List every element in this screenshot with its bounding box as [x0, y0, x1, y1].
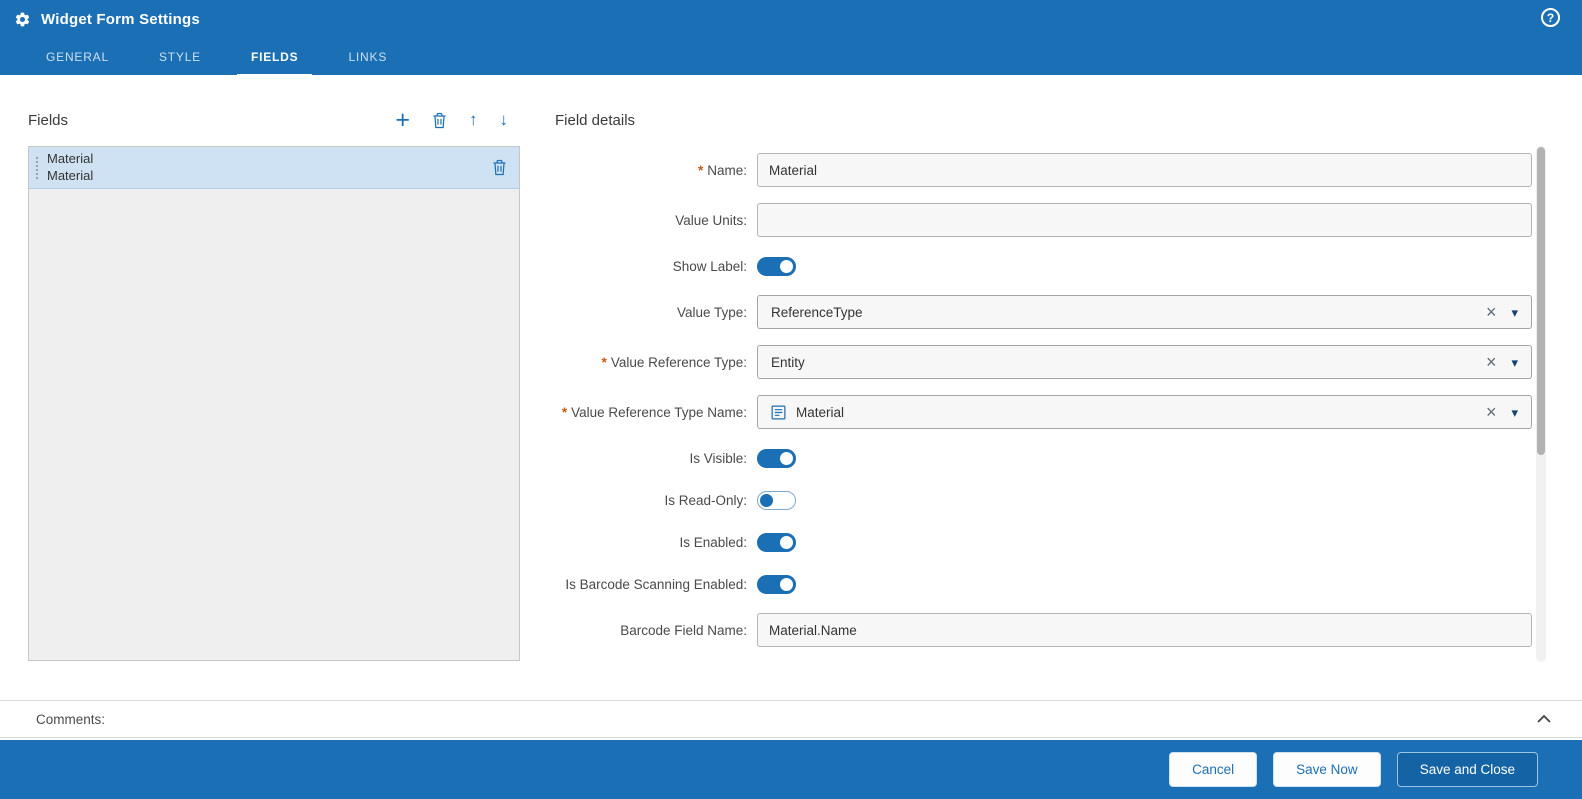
form-row-is-read-only: Is Read-Only: — [555, 479, 1532, 521]
form-row-value-type: Value Type:ReferenceType×▾ — [555, 287, 1532, 337]
required-asterisk: * — [698, 163, 703, 178]
toggle-is-barcode-scanning-enabled[interactable] — [757, 575, 796, 594]
tab-links[interactable]: LINKS — [334, 42, 401, 77]
cancel-button[interactable]: Cancel — [1169, 752, 1257, 787]
tab-bar: GENERAL STYLE FIELDS LINKS — [0, 42, 1582, 77]
tab-style[interactable]: STYLE — [145, 42, 215, 77]
title-bar: Widget Form Settings ? — [0, 0, 1582, 38]
field-details-title: Field details — [555, 100, 1532, 140]
form-row-barcode-field-name: Barcode Field Name: — [555, 605, 1532, 655]
clear-icon[interactable]: × — [1486, 303, 1497, 321]
toggle-is-visible[interactable] — [757, 449, 796, 468]
toggle-show-label[interactable] — [757, 257, 796, 276]
field-label: Show Label: — [555, 259, 757, 274]
fields-list: MaterialMaterial — [28, 146, 520, 661]
field-label: Is Enabled: — [555, 535, 757, 550]
page-title: Widget Form Settings — [41, 11, 200, 28]
form-row-value-reference-type: *Value Reference Type:Entity×▾ — [555, 337, 1532, 387]
chevron-down-icon[interactable]: ▾ — [1511, 406, 1518, 419]
save-and-close-button[interactable]: Save and Close — [1397, 752, 1538, 787]
input-value-units[interactable] — [757, 203, 1532, 237]
tab-fields[interactable]: FIELDS — [237, 42, 312, 77]
field-label: Is Visible: — [555, 451, 757, 466]
required-asterisk: * — [562, 405, 567, 420]
input-name[interactable] — [757, 153, 1532, 187]
chevron-down-icon[interactable]: ▾ — [1511, 306, 1518, 319]
chevron-up-icon[interactable] — [1536, 714, 1552, 724]
help-icon[interactable]: ? — [1541, 8, 1560, 27]
fields-panel-title: Fields — [28, 112, 68, 129]
footer-actions: Cancel Save Now Save and Close — [0, 740, 1582, 799]
fields-panel: Fields + ↑ ↓ MaterialMaterial — [28, 100, 520, 661]
drag-handle-icon[interactable] — [36, 157, 38, 179]
form-row-is-enabled: Is Enabled: — [555, 521, 1532, 563]
form-row-value-units: Value Units: — [555, 195, 1532, 245]
list-item-label: Material — [47, 151, 492, 168]
fields-panel-header: Fields + ↑ ↓ — [28, 100, 520, 140]
delete-item-icon[interactable] — [492, 159, 507, 176]
field-label: *Value Reference Type Name: — [555, 405, 757, 420]
add-field-button[interactable]: + — [395, 108, 410, 132]
required-asterisk: * — [602, 355, 607, 370]
comments-bar[interactable]: Comments: — [0, 700, 1582, 738]
toggle-is-enabled[interactable] — [757, 533, 796, 552]
entity-icon — [771, 405, 786, 420]
clear-icon[interactable]: × — [1486, 353, 1497, 371]
field-label: Barcode Field Name: — [555, 623, 757, 638]
toggle-is-read-only[interactable] — [757, 491, 796, 510]
form-row-name: *Name: — [555, 145, 1532, 195]
field-details-form: *Name: Value Units: Show Label: Value Type:… — [555, 145, 1532, 655]
list-item[interactable]: MaterialMaterial — [29, 147, 519, 189]
field-label: Is Barcode Scanning Enabled: — [555, 577, 757, 592]
comments-label: Comments: — [36, 712, 105, 727]
field-label: *Value Reference Type: — [555, 355, 757, 370]
field-label: Value Type: — [555, 305, 757, 320]
clear-icon[interactable]: × — [1486, 403, 1497, 421]
scrollbar-thumb[interactable] — [1537, 147, 1545, 455]
form-row-show-label: Show Label: — [555, 245, 1532, 287]
tab-general[interactable]: GENERAL — [32, 42, 123, 77]
move-up-button[interactable]: ↑ — [469, 108, 478, 132]
select-value-type[interactable]: ReferenceType×▾ — [757, 295, 1532, 329]
move-down-button[interactable]: ↓ — [500, 108, 509, 132]
fields-toolbar: + ↑ ↓ — [395, 108, 520, 132]
delete-field-button[interactable] — [432, 108, 447, 132]
header-bar: Widget Form Settings ? GENERAL STYLE FIELD… — [0, 0, 1582, 75]
form-row-is-barcode-scanning-enabled: Is Barcode Scanning Enabled: — [555, 563, 1532, 605]
field-details-panel: Field details *Name: Value Units: Show Lab… — [555, 100, 1532, 655]
form-row-is-visible: Is Visible: — [555, 437, 1532, 479]
scrollbar[interactable] — [1536, 146, 1546, 662]
chevron-down-icon[interactable]: ▾ — [1511, 356, 1518, 369]
gear-icon — [14, 10, 32, 28]
input-barcode-field-name[interactable] — [757, 613, 1532, 647]
save-now-button[interactable]: Save Now — [1273, 752, 1381, 787]
select-value-reference-type-name[interactable]: Material×▾ — [757, 395, 1532, 429]
field-label: Value Units: — [555, 213, 757, 228]
field-label: *Name: — [555, 163, 757, 178]
form-row-value-reference-type-name: *Value Reference Type Name:Material×▾ — [555, 387, 1532, 437]
list-item-sublabel: Material — [47, 168, 492, 185]
field-label: Is Read-Only: — [555, 493, 757, 508]
select-value-reference-type[interactable]: Entity×▾ — [757, 345, 1532, 379]
